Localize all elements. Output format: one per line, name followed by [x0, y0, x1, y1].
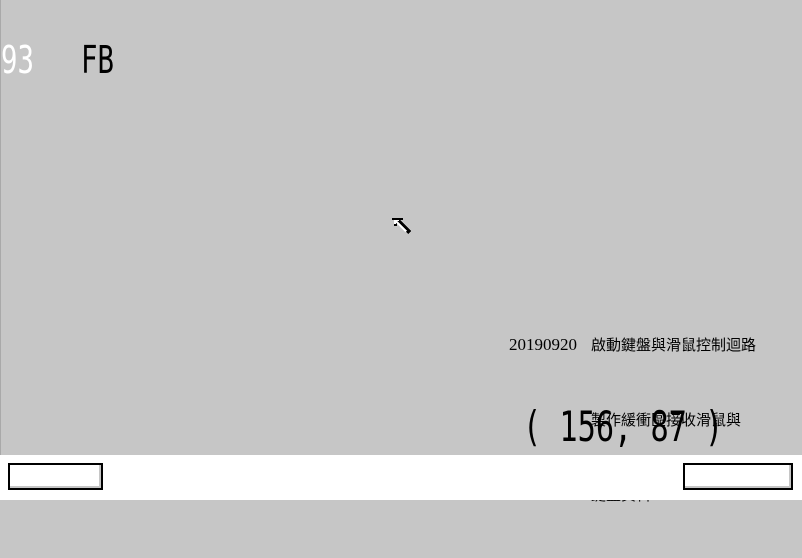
mouse-pointer-icon[interactable]: [391, 217, 413, 239]
current-key-code: FB: [81, 38, 114, 82]
previous-key-code: 93: [1, 38, 34, 82]
status-bar: [0, 455, 802, 500]
note-date: 20190920: [509, 335, 577, 354]
mouse-coordinates: ( 156, 87 ): [523, 402, 724, 451]
note-line-1: 啟動鍵盤與滑鼠控制迴路: [591, 336, 757, 354]
start-button[interactable]: [8, 463, 103, 490]
clock-tray[interactable]: [683, 463, 793, 490]
desktop-screen: 93 FB 20190920啟動鍵盤與滑鼠控制迴路 製作緩衝區接收滑鼠與 鍵盤資…: [0, 0, 802, 504]
